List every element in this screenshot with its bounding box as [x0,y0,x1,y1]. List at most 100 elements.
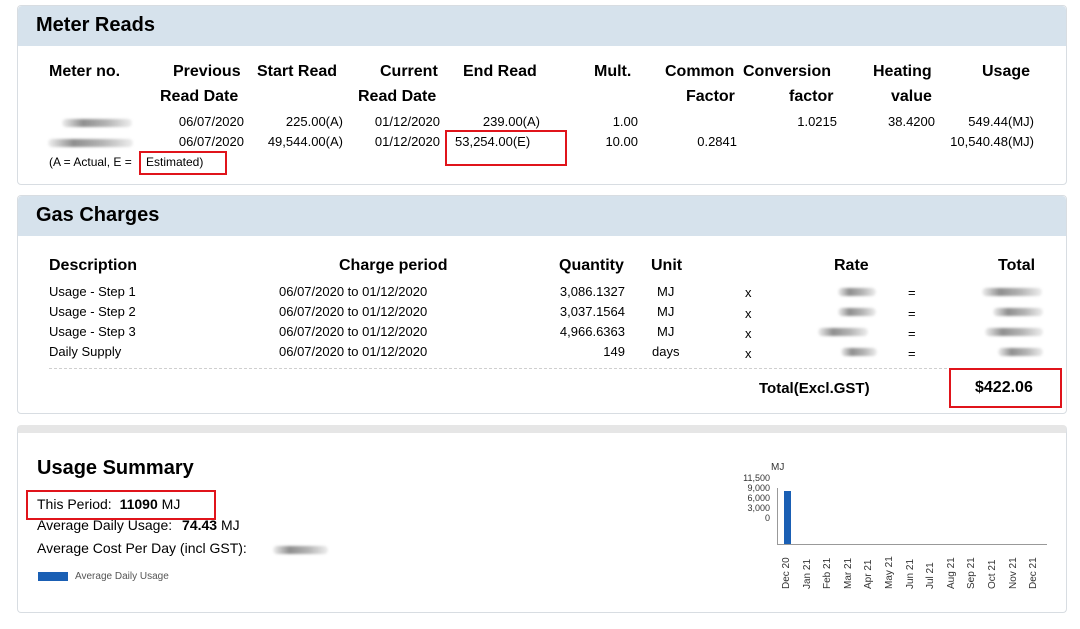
chart-x-label: Sep 21 [966,557,978,589]
chart-x-label: Jun 21 [904,558,916,589]
read-type-legend: (A = Actual, E = [49,155,132,169]
usage-summary-title: Usage Summary [37,457,194,479]
avg-cost-line: Average Cost Per Day (incl GST): [37,540,247,556]
chart-x-label: Mar 21 [842,557,854,589]
col-total: Total [998,257,1036,274]
row2-mult: 10.00 [605,134,638,149]
row2-curr-date: 01/12/2020 [374,134,440,149]
col-end-read: End Read [463,63,537,80]
meter-reads-header: Meter Reads [18,6,1066,46]
col-heating-value: value [891,88,932,105]
col-unit: Unit [651,257,683,274]
col-current: Current [380,63,438,80]
rate-redacted [838,308,876,316]
row2-usage: 10,540.48(MJ) [950,134,1034,149]
col-current-read-date: Read Date [358,88,437,105]
highlight-end-read [445,130,567,166]
meter-number-redacted [62,119,132,127]
charge-unit: days [652,344,680,359]
chart-y-tick: 9,000 [747,483,770,493]
multiply-sign: x [745,326,752,341]
chart-bar [784,490,791,544]
chart-ylabel: MJ [771,462,785,473]
col-heating: Heating [873,63,932,80]
gas-charges-panel: Gas Charges Description Charge period Qu… [17,195,1067,414]
charge-unit: MJ [657,304,675,319]
gas-charges-title: Gas Charges [36,204,160,226]
chart-y-axis [777,488,778,545]
col-quantity: Quantity [559,257,624,274]
highlight-total [949,368,1062,408]
chart-y-tick: 3,000 [747,503,770,513]
col-previous-read-date: Read Date [160,88,239,105]
avg-cost-label: Average Cost Per Day (incl GST): [37,540,247,556]
multiply-sign: x [745,306,752,321]
chart-x-label: Oct 21 [987,559,998,589]
total-redacted [985,328,1043,336]
row1-conversion: 1.0215 [797,114,837,129]
chart-x-axis [777,544,1047,545]
charge-quantity: 3,037.1564 [559,304,625,319]
avg-cost-redacted [273,546,328,554]
meter-number-redacted [48,139,133,147]
row2-start-read: 49,544.00(A) [267,134,343,149]
charge-description: Usage - Step 3 [49,324,136,339]
col-previous: Previous [173,63,241,80]
charge-quantity: 149 [603,344,625,359]
total-redacted [982,288,1042,296]
row1-start-read: 225.00(A) [285,114,343,129]
charge-description: Usage - Step 2 [49,304,136,319]
row1-curr-date: 01/12/2020 [374,114,440,129]
chart-x-label: May 21 [884,556,895,589]
rate-redacted [818,328,868,336]
legend-swatch [38,572,68,581]
multiply-sign: x [745,285,752,300]
gas-charges-header: Gas Charges [18,196,1066,236]
col-meter-no: Meter no. [49,63,121,80]
col-rate: Rate [834,257,869,274]
col-description: Description [49,257,138,274]
divider [49,368,1052,369]
row1-end-read: 239.00(A) [482,114,540,129]
col-conversion-factor: factor [789,88,834,105]
chart-y-tick: 0 [764,513,770,523]
charge-unit: MJ [657,324,675,339]
equals-sign: = [908,346,916,361]
avg-daily-value: 74.43 [182,517,218,533]
charge-period: 06/07/2020 to 01/12/2020 [279,344,428,359]
rate-redacted [838,288,876,296]
total-excl-gst-label: Total(Excl.GST) [759,380,870,397]
highlight-this-period [26,490,216,520]
row1-mult: 1.00 [612,114,638,129]
charge-unit: MJ [657,284,675,299]
total-redacted [998,348,1043,356]
chart-x-label: Dec 21 [1028,557,1040,589]
total-redacted [993,308,1043,316]
avg-daily-unit: MJ [220,517,240,533]
meter-reads-title: Meter Reads [36,14,155,36]
usage-summary-panel: Usage Summary This Period: 11090 MJ Aver… [17,425,1067,613]
row1-prev-date: 06/07/2020 [178,114,244,129]
chart-x-label: Nov 21 [1007,557,1019,589]
col-charge-period: Charge period [339,257,448,274]
row1-heating: 38.4200 [888,114,935,129]
chart-x-label: Apr 21 [863,559,875,589]
charge-quantity: 3,086.1327 [559,284,625,299]
row1-usage: 549.44(MJ) [968,114,1034,129]
chart-x-label: Jul 21 [925,562,937,589]
col-mult: Mult. [594,63,632,80]
row2-common: 0.2841 [697,134,737,149]
avg-daily-line: Average Daily Usage: 74.43 MJ [37,517,240,533]
rate-redacted [841,348,877,356]
row2-prev-date: 06/07/2020 [178,134,244,149]
chart-x-label: Aug 21 [945,557,957,589]
charge-period: 06/07/2020 to 01/12/2020 [279,324,428,339]
chart-x-label: Feb 21 [822,557,834,589]
charge-period: 06/07/2020 to 01/12/2020 [279,304,428,319]
chart-x-label: Dec 20 [781,557,792,589]
col-common-factor: Factor [686,88,735,105]
equals-sign: = [908,326,916,341]
charge-quantity: 4,966.6363 [559,324,625,339]
highlight-estimated [139,151,227,175]
col-start-read: Start Read [257,63,338,80]
